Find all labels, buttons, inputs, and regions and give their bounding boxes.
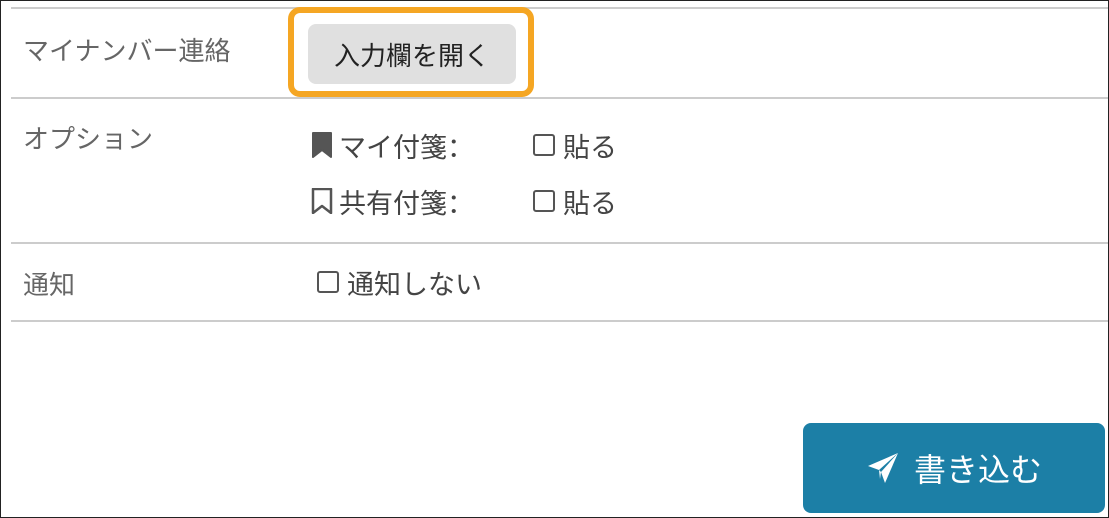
open-input-button[interactable]: 入力欄を開く	[308, 24, 516, 84]
mynumber-label: マイナンバー連絡	[23, 37, 231, 67]
row-divider-2	[11, 242, 1108, 244]
row-divider-3	[11, 320, 1108, 322]
shared-sticky-checkbox[interactable]	[533, 190, 555, 212]
submit-button[interactable]: 書き込む	[803, 423, 1105, 513]
options-label: オプション	[23, 125, 154, 155]
submit-button-label: 書き込む	[913, 451, 1042, 489]
notify-checkbox-group[interactable]: 通知しない	[317, 262, 482, 302]
shared-sticky-label: 共有付箋：	[339, 188, 474, 220]
notify-checkbox-label: 通知しない	[347, 269, 482, 301]
shared-sticky-row: 共有付箋：	[311, 181, 474, 221]
my-sticky-checkbox-label: 貼る	[563, 132, 617, 164]
notify-label: 通知	[23, 271, 76, 301]
row-divider-top	[11, 7, 1108, 9]
shared-sticky-checkbox-label: 貼る	[563, 188, 617, 220]
row-divider-1	[11, 97, 1108, 99]
my-sticky-label: マイ付箋：	[339, 132, 474, 164]
my-sticky-checkbox-group[interactable]: 貼る	[533, 125, 617, 165]
shared-sticky-checkbox-group[interactable]: 貼る	[533, 181, 617, 221]
bookmark-filled-icon	[312, 132, 332, 158]
bookmark-outline-icon	[311, 188, 333, 214]
my-sticky-row: マイ付箋：	[311, 125, 474, 165]
paper-plane-icon	[867, 453, 898, 483]
post-form-panel: マイナンバー連絡 入力欄を開く オプション マイ付箋： 貼る 共有付箋： 貼る …	[0, 0, 1109, 518]
my-sticky-checkbox[interactable]	[533, 134, 555, 156]
notify-checkbox[interactable]	[317, 271, 339, 293]
